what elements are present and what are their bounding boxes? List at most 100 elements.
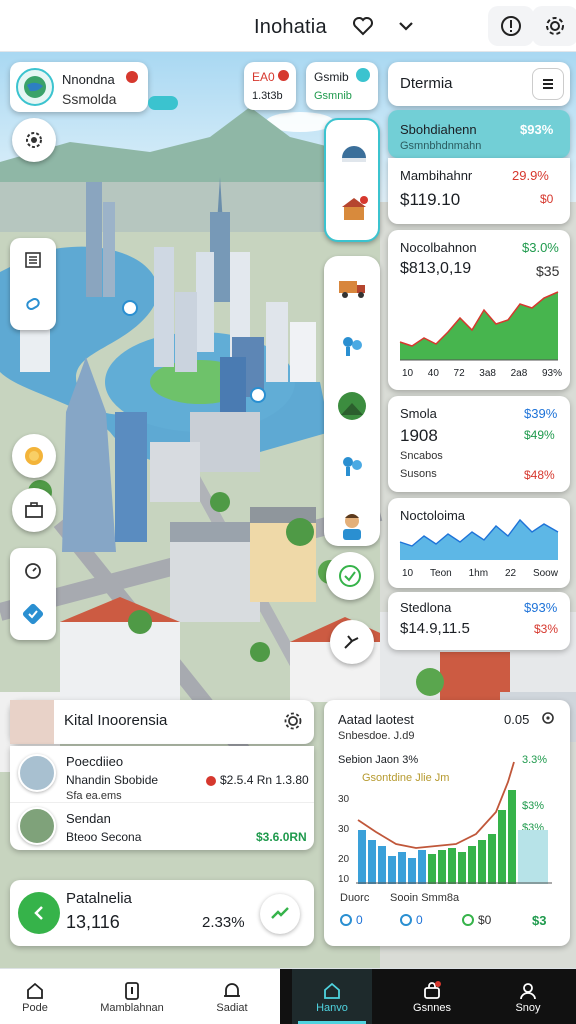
panel-3-axis: 10 40 72 3a8 2a8 93% xyxy=(402,368,562,379)
footer-mid: Sooin Smm8a xyxy=(390,892,460,904)
nav-item-info[interactable]: Mamblahnan xyxy=(92,969,172,1024)
top-bar: Inohatia xyxy=(0,0,576,52)
panel-5-axis: 10 Teon 1hm 22 Soow xyxy=(402,568,558,579)
row-1-value: $2.5.4 Rn 1.3.80 xyxy=(220,773,309,787)
panel-4-sub1: Sncabos xyxy=(400,450,443,462)
dashboard-panel-trend[interactable]: Noctoloima 10 Teon 1hm 22 Soow xyxy=(388,498,570,588)
citizen-option[interactable] xyxy=(324,496,380,556)
coin-button[interactable] xyxy=(12,434,56,478)
footer-val-3: $0 xyxy=(478,913,492,927)
tag-button[interactable] xyxy=(10,282,56,326)
nav-item-home[interactable]: Pode xyxy=(0,969,70,1024)
summary-pct: 2.33% xyxy=(202,914,245,931)
chevron-down-icon xyxy=(399,22,413,31)
park-option[interactable] xyxy=(324,376,380,436)
timer-button[interactable] xyxy=(10,548,56,592)
dropdown-button[interactable] xyxy=(383,6,429,46)
left-toolbar-2 xyxy=(10,548,56,640)
radio-dot[interactable] xyxy=(462,914,474,926)
panel-3-small: $35 xyxy=(536,263,560,279)
axis-tick: 2a8 xyxy=(510,368,528,379)
back-button[interactable] xyxy=(18,892,60,934)
settings-button[interactable] xyxy=(532,6,576,46)
building-option-dome[interactable] xyxy=(326,120,382,180)
gear-icon xyxy=(26,132,42,148)
stat-chip-2[interactable]: Gsmib Gsmnib xyxy=(306,62,378,110)
radio-dot[interactable] xyxy=(340,914,352,926)
panel-4-value: 1908 xyxy=(400,426,438,445)
timer-icon xyxy=(25,563,41,579)
nav-label: Snoy xyxy=(515,1002,541,1014)
player-badge[interactable]: Nnondna Ssmolda xyxy=(10,62,148,112)
alert-button[interactable] xyxy=(488,6,534,46)
trend-button[interactable] xyxy=(260,894,300,934)
building-option-house[interactable] xyxy=(326,180,382,240)
big-chart-settings[interactable] xyxy=(540,710,556,731)
nav-label: Sadiat xyxy=(216,1002,248,1014)
nav-item-profile[interactable]: Snoy xyxy=(490,969,566,1024)
panel-6-value: $14.9,11.5 xyxy=(400,620,470,637)
people-icon xyxy=(343,457,362,476)
stat-chip-1-label: EA0 xyxy=(252,70,275,84)
gear-icon xyxy=(542,712,554,724)
info-icon xyxy=(125,982,139,1000)
notification-dot xyxy=(126,71,138,83)
globe-icon xyxy=(24,76,46,98)
favorites-button[interactable] xyxy=(340,6,386,46)
stat-chip-1[interactable]: EA0 1.3t3b xyxy=(244,62,296,110)
left-toolbar-1 xyxy=(10,238,56,330)
truck-icon xyxy=(339,281,365,298)
badge-title: Nnondna xyxy=(62,72,115,87)
dashboard-panel-budget[interactable]: Stedlona $93% $14.9,11.5 $3% xyxy=(388,592,570,650)
bag-icon xyxy=(424,981,441,999)
axis-label: 20 xyxy=(338,854,350,865)
heart-icon xyxy=(353,17,373,36)
coin-icon xyxy=(25,447,43,465)
list-button[interactable] xyxy=(10,238,56,282)
trend-area-chart xyxy=(399,518,559,560)
list-item[interactable]: Sendan Bteoo Secona $3.6.0RN xyxy=(10,802,314,850)
footer-val-4: $3 xyxy=(532,913,547,928)
stat-chip-1-value: 1.3t3b xyxy=(252,90,283,102)
row-1-name: Poecdiieo xyxy=(66,754,124,769)
region-list-title: Kital Inoorensia xyxy=(64,712,168,729)
nav-item-house[interactable]: Hanvo xyxy=(292,969,372,1024)
people-option-2[interactable] xyxy=(324,436,380,496)
dashboard-menu-button[interactable] xyxy=(532,68,564,100)
panel-6-pct: $93% xyxy=(524,600,558,615)
nav-item-alerts[interactable]: Sadiat xyxy=(196,969,268,1024)
panel-6-title: Stedlona xyxy=(400,600,452,615)
panel-1-subtitle: Gsmnbhdnmahn xyxy=(400,140,482,152)
tools-button[interactable] xyxy=(330,620,374,664)
axis-tick: 1hm xyxy=(468,568,489,579)
row-1-line3: Sfa ea.ems xyxy=(66,790,122,802)
list-icon xyxy=(25,252,41,268)
list-item[interactable]: Poecdiieo Nhandin Sbobide Sfa ea.ems $2.… xyxy=(10,746,314,802)
people-option-1[interactable] xyxy=(324,316,380,376)
avatar xyxy=(16,68,54,106)
stat-chip-2-label: Gsmib xyxy=(314,70,349,84)
panel-6-pct2: $3% xyxy=(534,622,559,636)
dashboard-panel-summary[interactable]: Sbohdiahenn $93% Gsmnbhdnmahn xyxy=(388,110,570,158)
nav-item-bag[interactable]: Gsnnes xyxy=(392,969,472,1024)
region-list: Poecdiieo Nhandin Sbobide Sfa ea.ems $2.… xyxy=(10,746,314,850)
panel-3-pct: $3.0% xyxy=(522,240,559,255)
summary-card[interactable]: Patalnelia 13,116 2.33% xyxy=(10,880,314,946)
dashboard-panel-maintenance[interactable]: Mambihahnr 29.9% $119.10 $0 xyxy=(388,158,570,224)
region-avatar xyxy=(18,807,56,845)
dashboard-panel-economy[interactable]: Nocolbahnon $3.0% $813,0,19 $35 10 40 72… xyxy=(388,230,570,390)
citizen-icon xyxy=(343,514,361,540)
compass-button[interactable] xyxy=(12,118,56,162)
axis-tick: 22 xyxy=(504,568,517,579)
dashboard-title: Dtermia xyxy=(400,75,453,92)
check-button[interactable] xyxy=(10,592,56,636)
growth-chart-panel[interactable]: Aatad laotest Snbesdoe. J.d9 0.05 Sebion… xyxy=(324,700,570,946)
briefcase-button[interactable] xyxy=(12,488,56,532)
region-settings-button[interactable] xyxy=(282,710,304,737)
dome-building-icon xyxy=(342,146,366,162)
radio-dot[interactable] xyxy=(400,914,412,926)
region-thumbnail xyxy=(10,700,54,744)
confirm-button[interactable] xyxy=(326,552,374,600)
vehicle-option[interactable] xyxy=(324,256,380,316)
dashboard-panel-population[interactable]: Smola $39% 1908 $49% Sncabos Susons $48% xyxy=(388,396,570,492)
